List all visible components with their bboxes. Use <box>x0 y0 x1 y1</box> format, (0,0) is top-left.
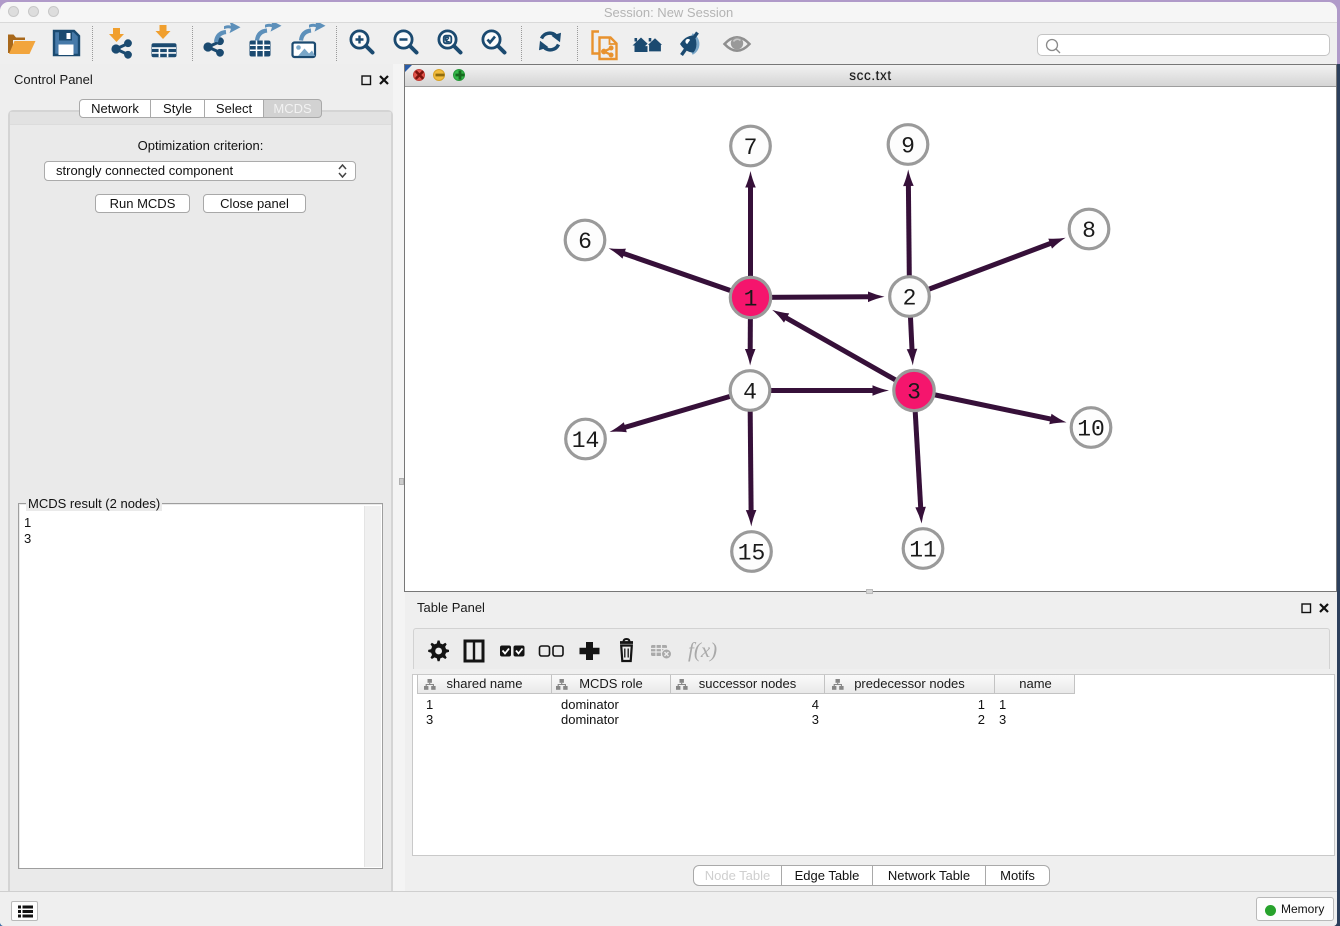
svg-text:15: 15 <box>738 541 766 567</box>
svg-text:4: 4 <box>743 380 757 406</box>
svg-text:1: 1 <box>744 287 758 313</box>
svg-text:7: 7 <box>744 135 758 161</box>
svg-text:2: 2 <box>903 286 917 312</box>
svg-text:11: 11 <box>909 538 937 564</box>
svg-text:9: 9 <box>901 134 915 160</box>
svg-text:3: 3 <box>907 380 921 406</box>
svg-text:14: 14 <box>572 428 600 454</box>
svg-text:10: 10 <box>1077 417 1105 443</box>
svg-text:6: 6 <box>578 229 592 255</box>
svg-text:8: 8 <box>1082 218 1096 244</box>
svg-text:f(x): f(x) <box>688 638 717 662</box>
